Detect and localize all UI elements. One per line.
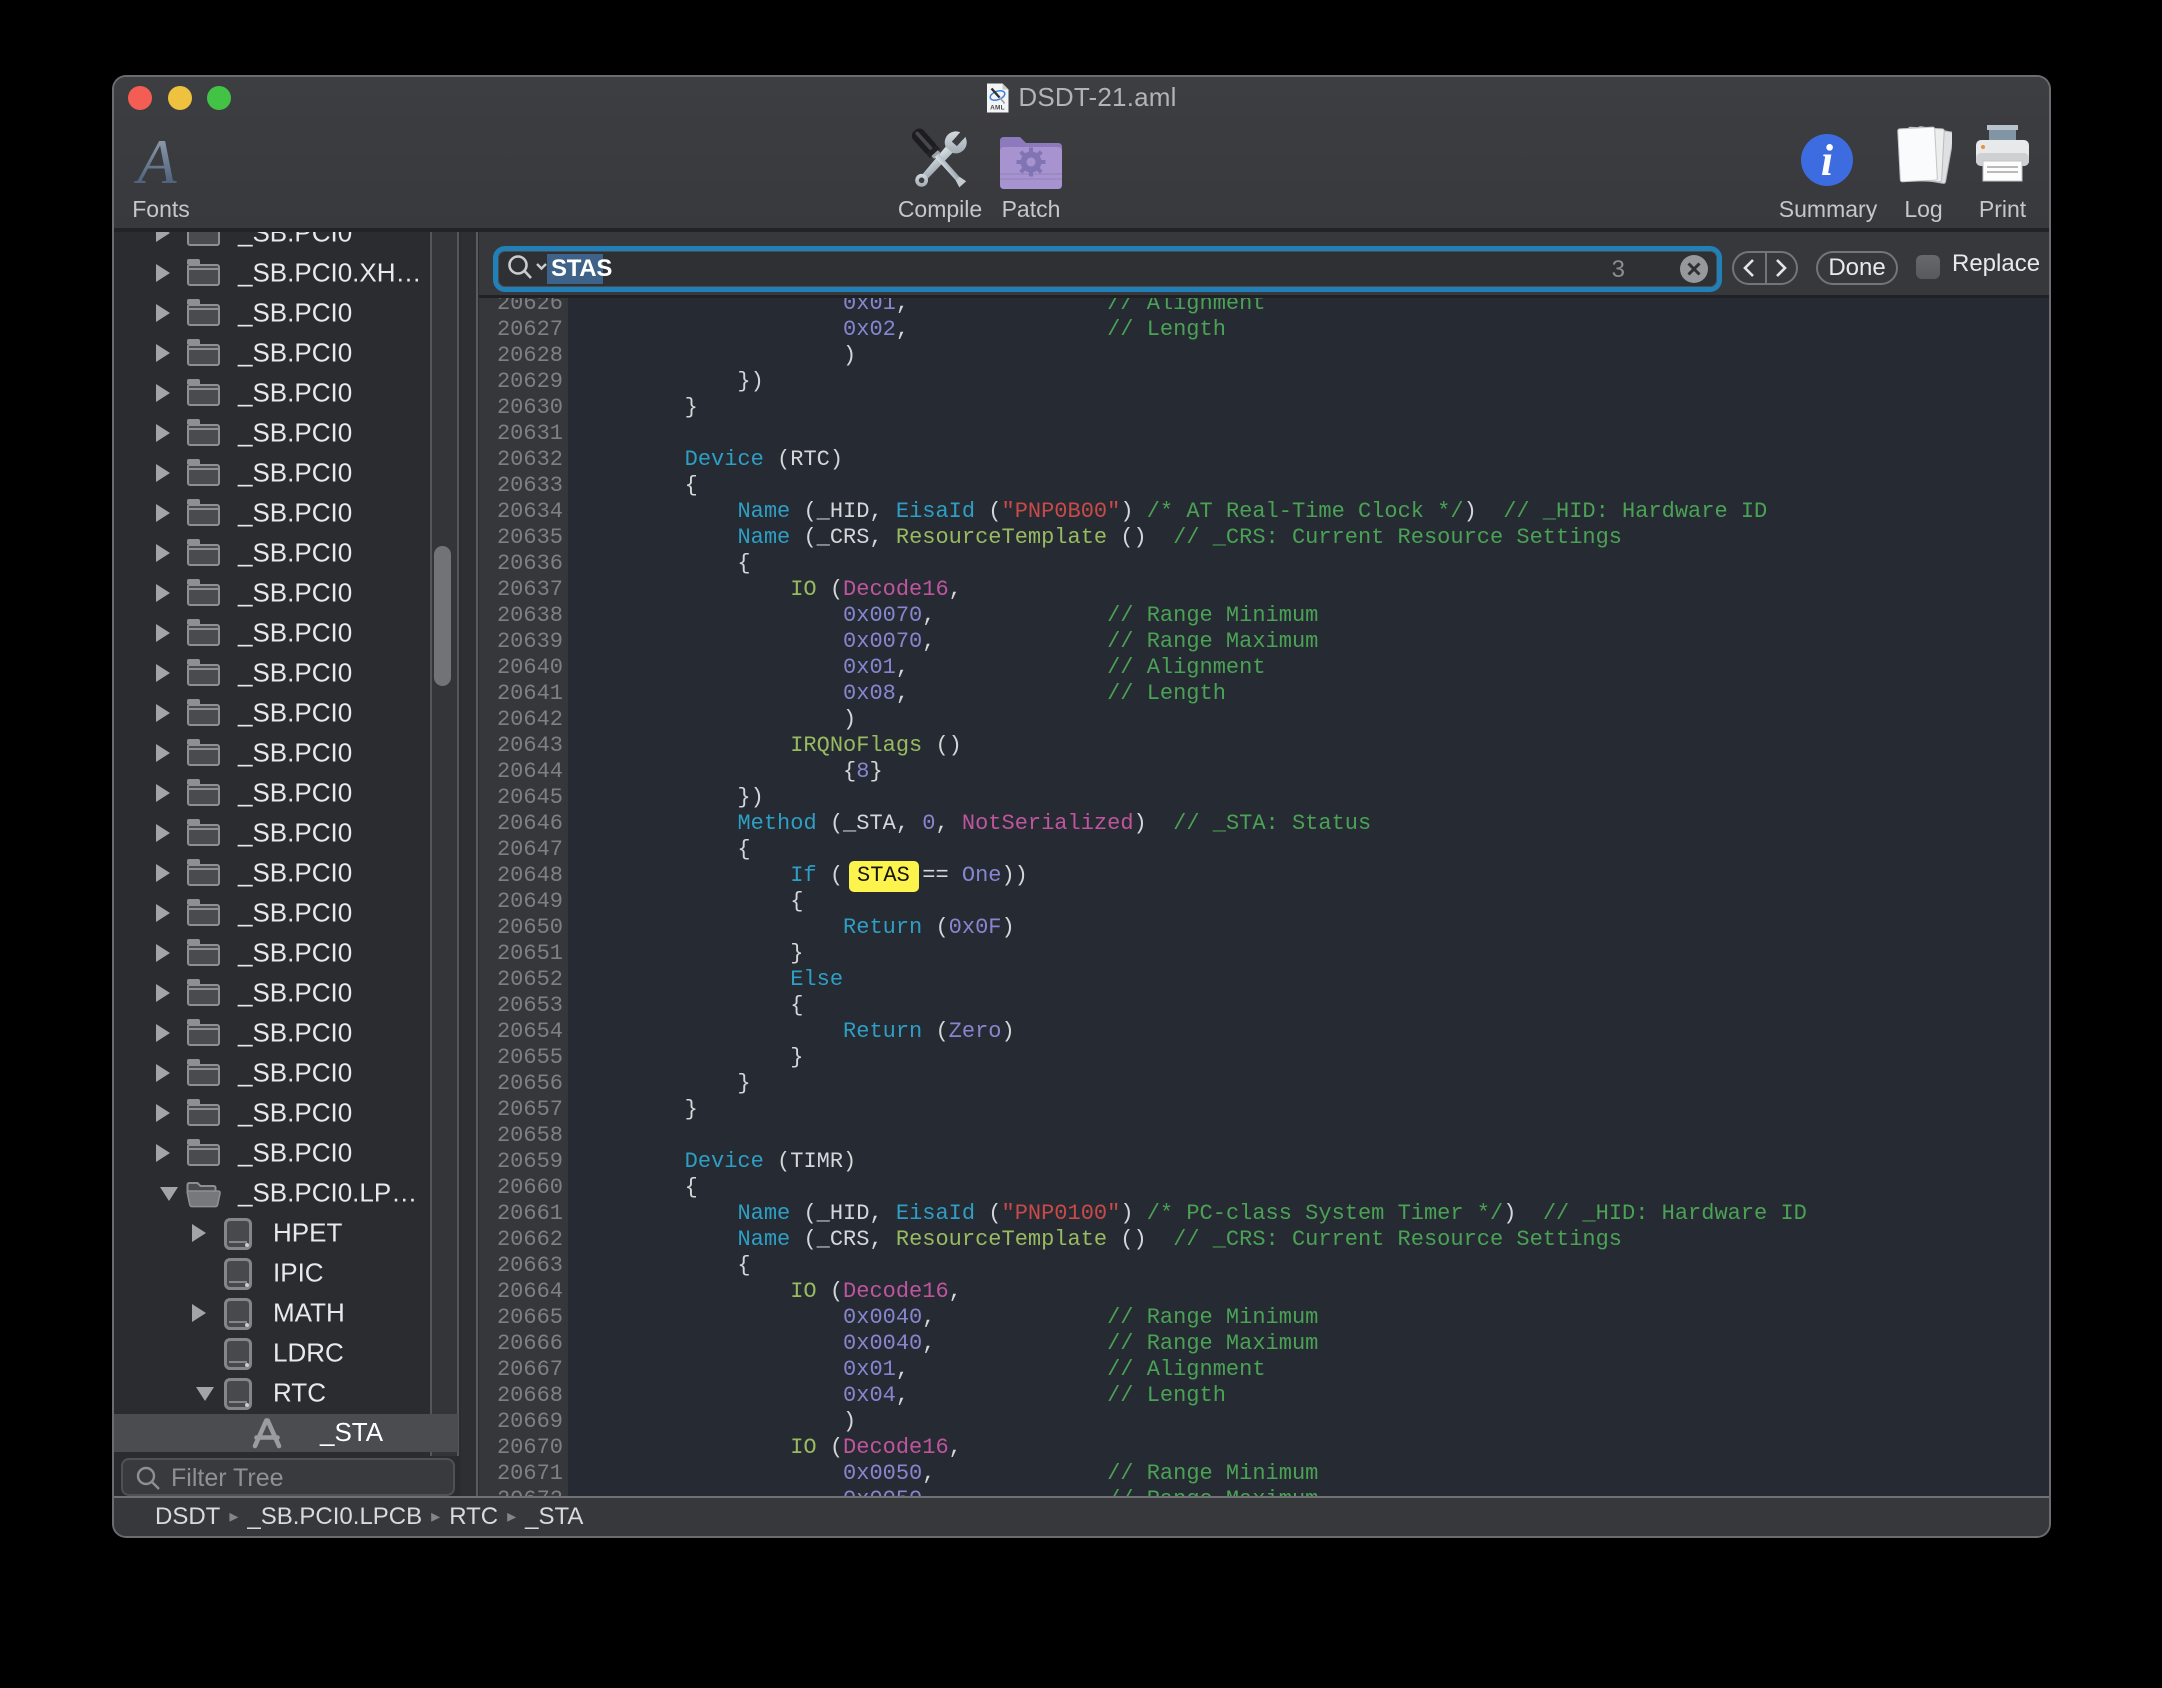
svg-text:i: i <box>1821 136 1834 185</box>
svg-text:A: A <box>133 126 177 187</box>
